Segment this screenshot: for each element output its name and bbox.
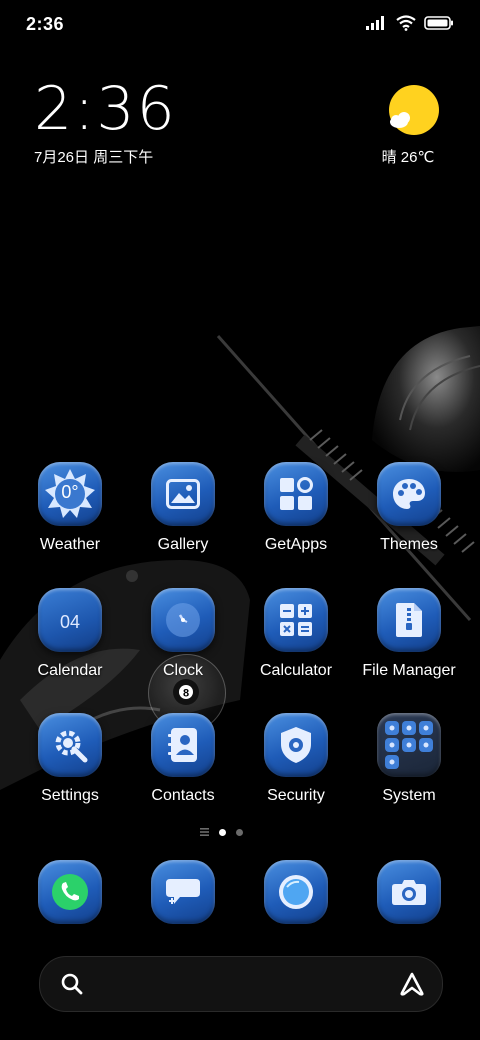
- gallery-icon: [151, 462, 215, 526]
- app-label: Weather: [39, 536, 101, 553]
- status-time: 2:36: [26, 14, 65, 34]
- app-security[interactable]: Security: [240, 713, 352, 805]
- app-calendar[interactable]: 04 Calendar: [14, 588, 126, 680]
- app-label: Contacts: [151, 787, 215, 804]
- app-contacts[interactable]: Contacts: [127, 713, 239, 805]
- status-icons: [366, 15, 454, 31]
- search-icon: [61, 973, 83, 995]
- folder-icon: [377, 713, 441, 777]
- dock-camera[interactable]: [353, 860, 465, 924]
- clock-icon: [151, 588, 215, 652]
- search-bar[interactable]: [39, 956, 443, 1012]
- settings-icon: [38, 713, 102, 777]
- browser-icon: [264, 860, 328, 924]
- sunny-icon: [388, 84, 440, 136]
- signal-icon: [366, 16, 384, 30]
- weather-text: 晴 26℃: [381, 149, 435, 166]
- security-icon: [264, 713, 328, 777]
- wifi-icon: [396, 15, 416, 31]
- page-dot: [236, 828, 243, 836]
- app-label: File Manager: [362, 662, 456, 679]
- weather-icon: 0°: [38, 462, 102, 526]
- phone-icon: [38, 860, 102, 924]
- dock-messages[interactable]: [127, 860, 239, 924]
- svg-text:8: 8: [183, 688, 189, 700]
- app-file-manager[interactable]: File Manager: [353, 588, 465, 680]
- dock-phone[interactable]: [14, 860, 126, 924]
- app-label: Settings: [41, 787, 99, 804]
- widget-time: 2:36: [34, 74, 177, 144]
- contacts-icon: [151, 713, 215, 777]
- calendar-day: 04: [59, 611, 81, 632]
- app-weather[interactable]: 0° Weather: [14, 462, 126, 554]
- app-getapps[interactable]: GetApps: [240, 462, 352, 554]
- app-label: Calendar: [37, 662, 103, 679]
- file-manager-icon: [377, 588, 441, 652]
- app-label: Themes: [380, 536, 438, 553]
- status-bar: 2:36: [0, 0, 480, 50]
- page-indicator[interactable]: [200, 828, 243, 836]
- assistant-icon[interactable]: [398, 971, 426, 997]
- app-calculator[interactable]: Calculator: [240, 588, 352, 680]
- app-gallery[interactable]: Gallery: [127, 462, 239, 554]
- app-label: Gallery: [157, 536, 209, 553]
- app-themes[interactable]: Themes: [353, 462, 465, 554]
- calculator-icon: [264, 588, 328, 652]
- themes-icon: [377, 462, 441, 526]
- battery-icon: [424, 16, 453, 30]
- clock-widget[interactable]: 2:36 7月26日 周三下午: [34, 78, 177, 167]
- calendar-icon: 04: [38, 588, 102, 652]
- app-folder-system[interactable]: System: [353, 713, 465, 805]
- messages-icon: [151, 860, 215, 924]
- app-label: GetApps: [264, 536, 328, 553]
- app-label: System: [382, 787, 436, 804]
- page-dot-active: [219, 828, 226, 836]
- app-label: Security: [267, 787, 325, 804]
- list-icon: [200, 828, 209, 836]
- weather-widget[interactable]: 晴 26℃: [382, 84, 444, 167]
- camera-icon: [377, 860, 441, 924]
- app-settings[interactable]: Settings: [14, 713, 126, 805]
- app-label: Calculator: [259, 662, 333, 679]
- widget-date: 7月26日 周三下午: [34, 149, 154, 166]
- weather-tile-temp: 0°: [61, 482, 79, 502]
- dock-browser[interactable]: [240, 860, 352, 924]
- getapps-icon: [264, 462, 328, 526]
